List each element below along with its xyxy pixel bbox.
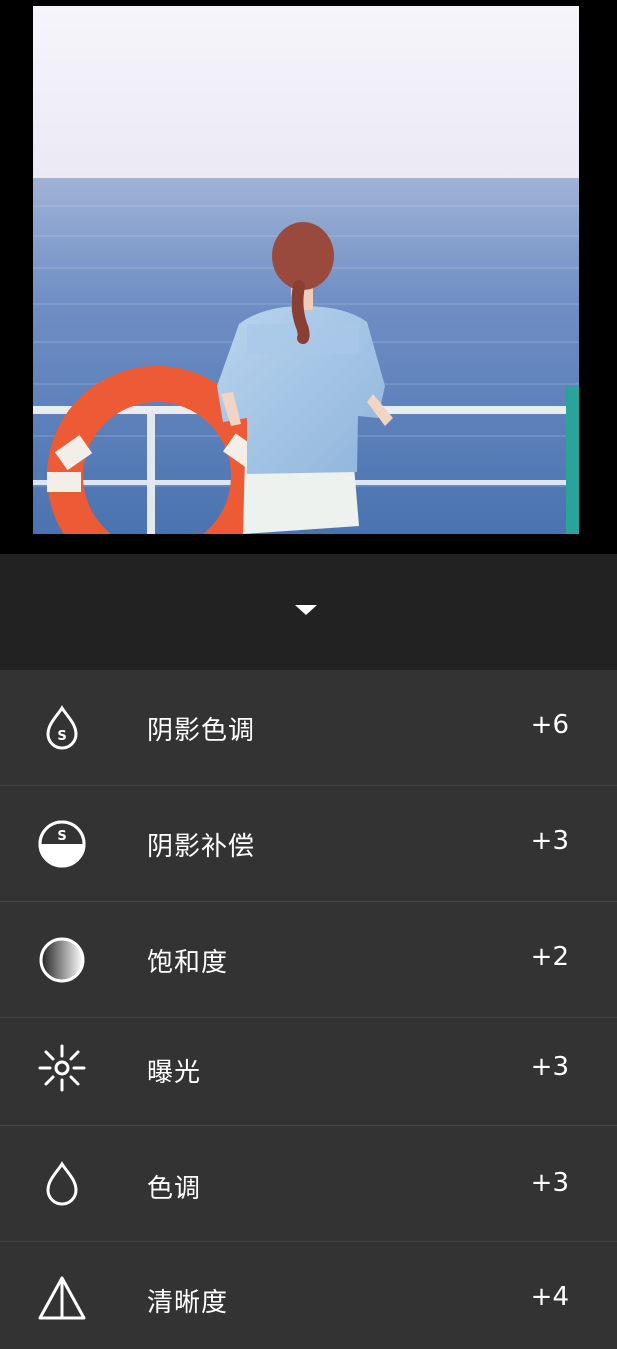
adjustment-list: S 阴影色调 +6 S 阴影补偿 +3 饱和度 +2 曝光 +3 色调 +3 清… bbox=[0, 670, 617, 1349]
adjustment-label: 色调 bbox=[147, 1174, 202, 1204]
adjustment-value: +3 bbox=[530, 826, 569, 856]
adjustment-label: 曝光 bbox=[147, 1058, 202, 1088]
photo-preview[interactable] bbox=[33, 6, 579, 534]
photo-area bbox=[0, 0, 617, 554]
adjustment-label: 阴影色调 bbox=[147, 716, 256, 746]
svg-text:S: S bbox=[57, 729, 66, 744]
collapse-panel-button[interactable] bbox=[288, 596, 324, 624]
sharpness-triangle-icon bbox=[36, 1272, 88, 1324]
adjustment-row-sharpness[interactable]: 清晰度 +4 bbox=[0, 1242, 617, 1349]
adjustment-row-exposure[interactable]: 曝光 +3 bbox=[0, 1018, 617, 1126]
chevron-down-icon bbox=[295, 605, 317, 615]
adjustment-value: +4 bbox=[530, 1282, 569, 1312]
adjustment-value: +6 bbox=[530, 710, 569, 740]
adjustment-row-shadow-compensation[interactable]: S 阴影补偿 +3 bbox=[0, 786, 617, 902]
svg-text:S: S bbox=[57, 829, 66, 844]
adjustment-value: +3 bbox=[530, 1168, 569, 1198]
adjustment-label: 阴影补偿 bbox=[147, 832, 256, 862]
shadow-compensation-icon: S bbox=[36, 818, 88, 870]
shadow-tint-drop-icon: S bbox=[36, 702, 88, 754]
tone-drop-icon bbox=[36, 1158, 88, 1210]
adjustment-row-saturation[interactable]: 饱和度 +2 bbox=[0, 902, 617, 1018]
saturation-icon bbox=[36, 934, 88, 986]
adjustment-value: +3 bbox=[530, 1052, 569, 1082]
adjustment-row-tone[interactable]: 色调 +3 bbox=[0, 1126, 617, 1242]
adjustment-label: 清晰度 bbox=[147, 1288, 229, 1318]
adjustment-row-shadow-tint[interactable]: S 阴影色调 +6 bbox=[0, 670, 617, 786]
exposure-sun-icon bbox=[36, 1042, 88, 1094]
adjustment-label: 饱和度 bbox=[147, 948, 229, 978]
adjustment-value: +2 bbox=[530, 942, 569, 972]
